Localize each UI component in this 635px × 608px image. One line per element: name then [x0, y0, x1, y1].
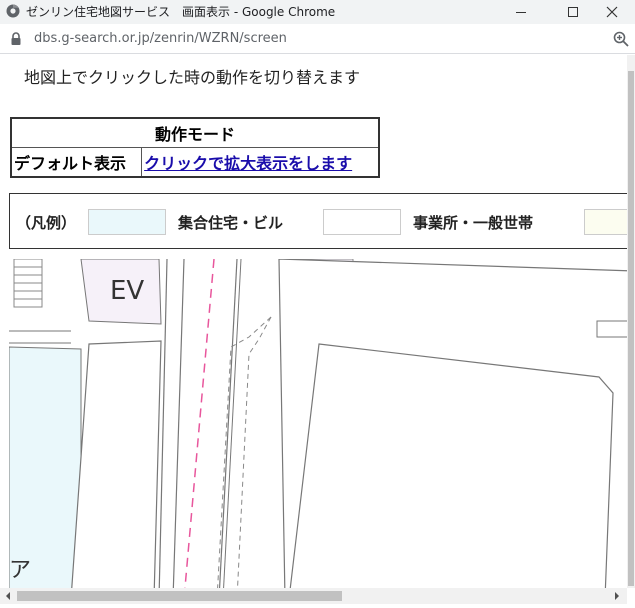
map-label-a: ア — [9, 558, 31, 583]
page-content: 地図上でクリックした時の動作を切り替えます 動作モード デフォルト表示 クリック… — [0, 55, 627, 588]
minimize-icon — [516, 12, 526, 13]
maximize-icon — [568, 7, 578, 17]
horizontal-scrollbar[interactable] — [0, 588, 627, 604]
map-driveway — [217, 316, 272, 588]
address-bar[interactable]: dbs.g-search.or.jp/zenrin/WZRN/screen — [0, 24, 635, 54]
chrome-app-icon — [6, 4, 20, 18]
legend-label-apartment: 集合住宅・ビル — [178, 214, 284, 232]
default-mode-label: デフォルト表示 — [10, 147, 143, 178]
url-text[interactable]: dbs.g-search.or.jp/zenrin/WZRN/screen — [34, 31, 287, 46]
minimize-button[interactable] — [498, 0, 544, 24]
map-small-structure — [596, 320, 627, 338]
zoom-mode-link[interactable]: クリックで拡大表示をします — [144, 154, 352, 173]
close-button[interactable] — [589, 0, 635, 24]
legend: （凡例） 集合住宅・ビル 事業所・一般世帯 — [9, 193, 627, 249]
close-icon — [606, 6, 618, 18]
scroll-left-icon[interactable] — [4, 592, 12, 600]
legend-title: （凡例） — [16, 214, 77, 232]
scroll-right-icon[interactable] — [613, 592, 621, 600]
mode-table: 動作モード デフォルト表示 クリックで拡大表示をします — [10, 117, 380, 178]
map-middle-building — [71, 340, 162, 588]
legend-swatch-apartment — [88, 209, 166, 235]
mode-table-header: 動作モード — [10, 117, 380, 148]
horizontal-scroll-thumb[interactable] — [17, 591, 342, 601]
map-boundary-line — [184, 259, 215, 588]
vertical-scrollbar[interactable] — [627, 55, 635, 588]
title-bar: ゼンリン住宅地図サービス 画面表示 - Google Chrome — [0, 0, 635, 24]
legend-label-office: 事業所・一般世帯 — [413, 214, 534, 232]
map-canvas[interactable]: EV ア — [9, 259, 627, 588]
lock-icon[interactable] — [10, 32, 22, 46]
map-view[interactable]: EV ア — [9, 259, 627, 588]
map-inner-building — [289, 343, 614, 588]
zoom-icon[interactable] — [612, 30, 630, 48]
map-apartment-block — [9, 346, 82, 588]
legend-swatch-other — [584, 209, 627, 235]
map-steps — [13, 259, 43, 308]
legend-swatch-office — [323, 209, 401, 235]
map-label-ev: EV — [110, 276, 144, 306]
vertical-scroll-thumb[interactable] — [628, 71, 634, 586]
mode-instruction: 地図上でクリックした時の動作を切り替えます — [23, 68, 360, 87]
window-title: ゼンリン住宅地図サービス 画面表示 - Google Chrome — [26, 5, 336, 19]
